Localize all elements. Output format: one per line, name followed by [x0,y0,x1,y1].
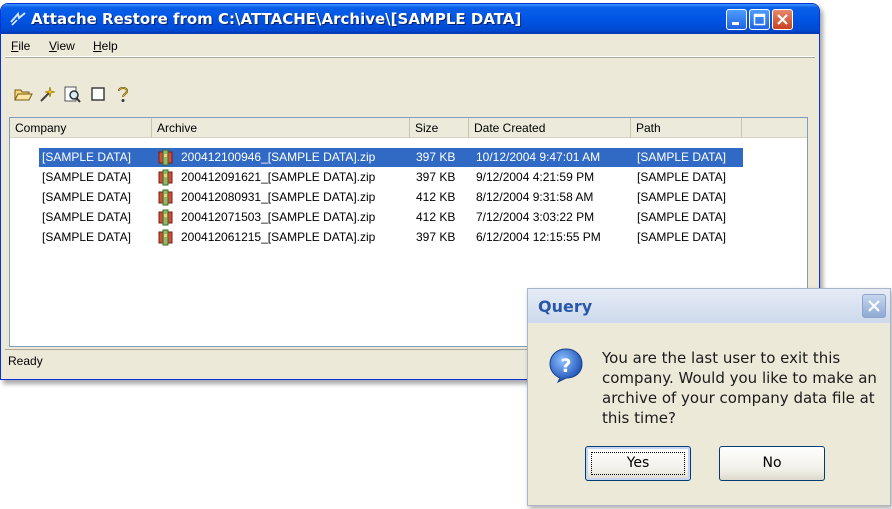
cell-size: 397 KB [416,170,456,184]
window-title: Attache Restore from C:\ATTACHE\Archive\… [31,10,522,28]
cell-size: 412 KB [416,210,456,224]
column-header-date-created[interactable]: Date Created [469,118,631,138]
cell-date: 6/12/2004 12:15:55 PM [476,230,601,244]
zip-archive-icon [158,169,173,186]
column-header-path[interactable]: Path [631,118,742,138]
no-label: No [762,455,782,471]
cell-path: [SAMPLE DATA] [637,150,726,164]
menu-bar: File View Help [5,36,815,57]
zip-archive-icon [158,229,173,246]
table-row[interactable]: [SAMPLE DATA] 200412091621_[SAMPLE DATA]… [10,168,807,187]
cell-size: 412 KB [416,190,456,204]
close-icon [868,300,880,312]
restore-app-icon [10,11,26,26]
cell-path: [SAMPLE DATA] [637,190,726,204]
cell-date: 8/12/2004 9:31:58 AM [476,190,594,204]
blank-icon[interactable] [88,84,108,104]
cell-archive: 200412100946_[SAMPLE DATA].zip [181,150,376,164]
table-row[interactable]: [SAMPLE DATA] 200412071503_[SAMPLE DATA]… [10,208,807,227]
close-button[interactable] [772,9,793,30]
close-icon [777,14,788,25]
menu-file[interactable]: File [11,39,30,53]
dialog-message: You are the last user to exit this compa… [602,349,877,427]
cell-path: [SAMPLE DATA] [637,230,726,244]
status-text: Ready [8,354,43,368]
cell-path: [SAMPLE DATA] [637,210,726,224]
cell-archive: 200412071503_[SAMPLE DATA].zip [181,210,376,224]
question-icon: ? [549,348,583,383]
yes-button[interactable]: Yes [585,446,691,481]
focus-rectangle [591,452,685,475]
zip-archive-icon [158,149,173,166]
svg-text:?: ? [560,355,571,377]
cell-date: 9/12/2004 4:21:59 PM [476,170,595,184]
toolbar [5,80,815,108]
minimize-icon [732,22,739,25]
table-row[interactable]: [SAMPLE DATA] 200412061215_[SAMPLE DATA]… [10,228,807,247]
column-header-archive[interactable]: Archive [152,118,410,138]
column-header-filler [742,118,807,138]
find-icon[interactable] [62,84,82,104]
maximize-button[interactable] [749,9,770,30]
cell-archive: 200412061215_[SAMPLE DATA].zip [181,230,376,244]
help-icon[interactable] [113,84,133,104]
title-bar[interactable]: Attache Restore from C:\ATTACHE\Archive\… [1,4,819,34]
zip-archive-icon [158,209,173,226]
menu-view[interactable]: View [49,39,75,53]
cell-company: [SAMPLE DATA] [42,230,131,244]
minimize-button[interactable] [726,9,747,30]
cell-path: [SAMPLE DATA] [637,170,726,184]
cell-company: [SAMPLE DATA] [42,170,131,184]
dialog-title: Query [538,297,593,316]
cell-date: 7/12/2004 3:03:22 PM [476,210,595,224]
column-header-size[interactable]: Size [410,118,469,138]
cell-company: [SAMPLE DATA] [42,210,131,224]
maximize-icon [753,13,766,26]
menu-help[interactable]: Help [93,39,118,53]
table-row[interactable]: [SAMPLE DATA] 200412100946_[SAMPLE DATA]… [10,148,807,167]
table-row[interactable]: [SAMPLE DATA] 200412080931_[SAMPLE DATA]… [10,188,807,207]
cell-company: [SAMPLE DATA] [42,190,131,204]
cell-archive: 200412091621_[SAMPLE DATA].zip [181,170,376,184]
cell-size: 397 KB [416,230,456,244]
zip-archive-icon [158,189,173,206]
cell-size: 397 KB [416,150,456,164]
dialog-title-bar[interactable]: Query [528,289,890,323]
open-folder-icon[interactable] [13,84,33,104]
query-dialog: Query ? You are the last user to exit th… [527,288,891,506]
cell-date: 10/12/2004 9:47:01 AM [476,150,601,164]
wand-icon[interactable] [37,84,57,104]
dialog-close-button[interactable] [862,294,886,318]
cell-company: [SAMPLE DATA] [42,150,131,164]
cell-archive: 200412080931_[SAMPLE DATA].zip [181,190,376,204]
no-button[interactable]: No [719,446,825,481]
column-header-company[interactable]: Company [10,118,152,138]
